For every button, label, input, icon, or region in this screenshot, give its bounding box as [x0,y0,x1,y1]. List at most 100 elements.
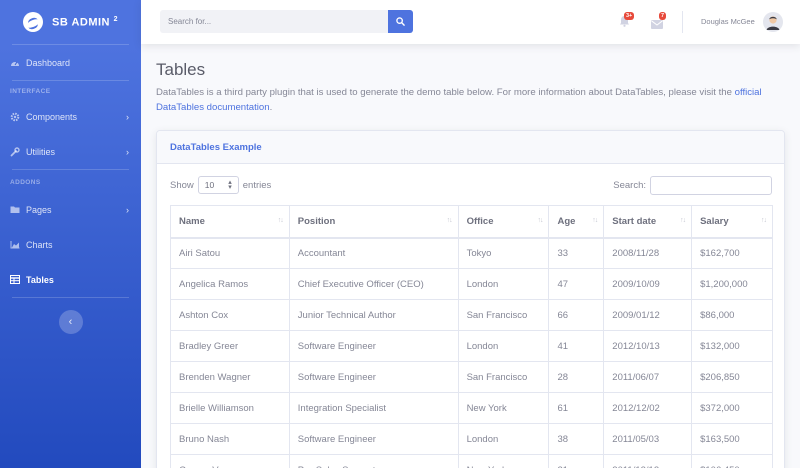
messages-badge: 7 [659,12,667,20]
cell-position: Software Engineer [288,361,459,393]
sort-icon: ↑↓ [537,217,543,224]
user-name[interactable]: Douglas McGee [701,17,755,26]
cell-office: London [457,268,550,300]
page-description: DataTables is a third party plugin that … [156,85,781,115]
cell-age: 21 [548,454,605,468]
table-row: Brielle Williamson Integration Specialist… [170,392,773,424]
search-button[interactable] [388,10,413,33]
cell-name: Caesar Vance [170,454,290,468]
sidebar-item-components[interactable]: Components › [0,99,141,134]
table-icon [10,275,20,285]
sidebar-item-label: Tables [26,274,54,285]
alerts-badge: 3+ [624,12,635,20]
chevron-right-icon: › [126,204,129,215]
cell-office: New York [457,454,550,468]
cell-age: 38 [548,423,605,455]
cell-office: New York [457,392,550,424]
column-header-office[interactable]: Office ↑↓ [457,205,550,239]
entries-label: entries [242,179,272,191]
cell-start-date: 2009/01/12 [603,299,693,331]
topbar: 3+ 7 Douglas McGee [141,0,800,44]
sidebar-toggle-button[interactable]: ‹ [58,310,83,334]
sidebar-divider [12,297,129,298]
cell-name: Angelica Ramos [170,268,290,300]
table-row: Brenden Wagner Software Engineer San Franc… [170,361,773,393]
sidebar-item-charts[interactable]: Charts [0,227,141,262]
envelope-icon [651,20,663,29]
table-search-label: Search: [613,180,646,191]
column-header-position[interactable]: Position ↑↓ [288,205,459,239]
cell-age: 47 [548,268,605,300]
sort-icon: ↑↓ [680,217,686,224]
sidebar-item-utilities[interactable]: Utilities › [0,134,141,169]
cell-start-date: 2011/05/03 [603,423,693,455]
topbar-divider [682,11,683,33]
sidebar-item-pages[interactable]: Pages › [0,192,141,227]
table-row: Airi Satou Accountant Tokyo 33 2008/11/28 $16… [170,237,773,269]
laugh-wink-icon [23,12,44,32]
page-description-suffix: . [269,102,273,113]
card-title: DataTables Example [170,141,262,153]
entries-select[interactable]: 10 ▴ ▾ [197,176,239,194]
search-input[interactable] [160,10,388,33]
cell-name: Brielle Williamson [170,392,290,424]
gear-icon [10,112,20,122]
avatar[interactable] [763,12,783,32]
table-search-input[interactable] [650,176,772,195]
alerts-dropdown[interactable]: 3+ [619,12,635,32]
chevron-right-icon: › [126,146,129,157]
cell-age: 41 [548,330,605,362]
sidebar-divider [12,80,129,81]
cell-office: San Francisco [457,361,550,393]
cell-position: Software Engineer [288,330,459,362]
sidebar-divider [12,169,129,170]
search-icon [396,17,405,26]
column-header-name[interactable]: Name ↑↓ [170,205,290,239]
cell-position: Junior Technical Author [288,299,459,331]
wrench-icon [10,146,20,157]
folder-icon [10,205,20,215]
card-header: DataTables Example [157,131,784,164]
sidebar-heading-interface: INTERFACE [10,87,51,95]
cell-position: Accountant [288,237,459,269]
cell-salary: $1,200,000 [691,268,773,300]
table-header-row: Name ↑↓ Position ↑↓ Office ↑↓ Age ↑↓ Start d… [170,205,773,239]
cell-name: Airi Satou [170,237,290,269]
cell-name: Bradley Greer [170,330,290,362]
cell-age: 66 [548,299,605,331]
select-caret-icon: ▴ ▾ [228,179,232,191]
cell-salary: $106,450 [691,454,773,468]
sort-icon: ↑↓ [446,217,453,224]
cell-age: 33 [548,237,605,269]
table-search-control: Search: [613,176,772,195]
cell-position: Integration Specialist [288,392,459,424]
cell-office: London [457,330,550,362]
sidebar: SB ADMIN 2 Dashboard INTERFACE Component… [0,0,141,468]
cell-salary: $163,500 [691,423,773,455]
cell-start-date: 2009/10/09 [603,268,693,300]
sidebar-item-label: Dashboard [26,57,71,68]
sidebar-item-label: Utilities [26,146,56,157]
show-label: Show [170,179,194,191]
cell-name: Brenden Wagner [170,361,290,393]
brand[interactable]: SB ADMIN 2 [0,0,141,44]
sidebar-item-label: Components [26,111,78,122]
column-header-salary[interactable]: Salary ↑↓ [691,205,773,239]
cell-name: Ashton Cox [170,299,290,331]
messages-dropdown[interactable]: 7 [651,12,667,34]
column-header-age[interactable]: Age ↑↓ [548,205,605,239]
cell-start-date: 2011/06/07 [603,361,693,393]
tachometer-icon [10,58,20,68]
cell-office: Tokyo [457,237,550,269]
column-header-start-date[interactable]: Start date ↑↓ [603,205,693,239]
chart-area-icon [10,240,20,250]
sidebar-item-label: Pages [26,204,52,215]
sidebar-item-tables[interactable]: Tables [0,262,141,297]
data-table: Name ↑↓ Position ↑↓ Office ↑↓ Age ↑↓ Start d… [170,205,773,468]
topbar-search [160,10,413,33]
sidebar-item-label: Charts [26,239,53,250]
cell-start-date: 2012/12/02 [603,392,693,424]
sidebar-item-dashboard[interactable]: Dashboard [0,45,141,80]
entries-length-control: Show 10 ▴ ▾ entries [170,176,271,194]
table-row: Ashton Cox Junior Technical Author San Fra… [170,299,773,331]
